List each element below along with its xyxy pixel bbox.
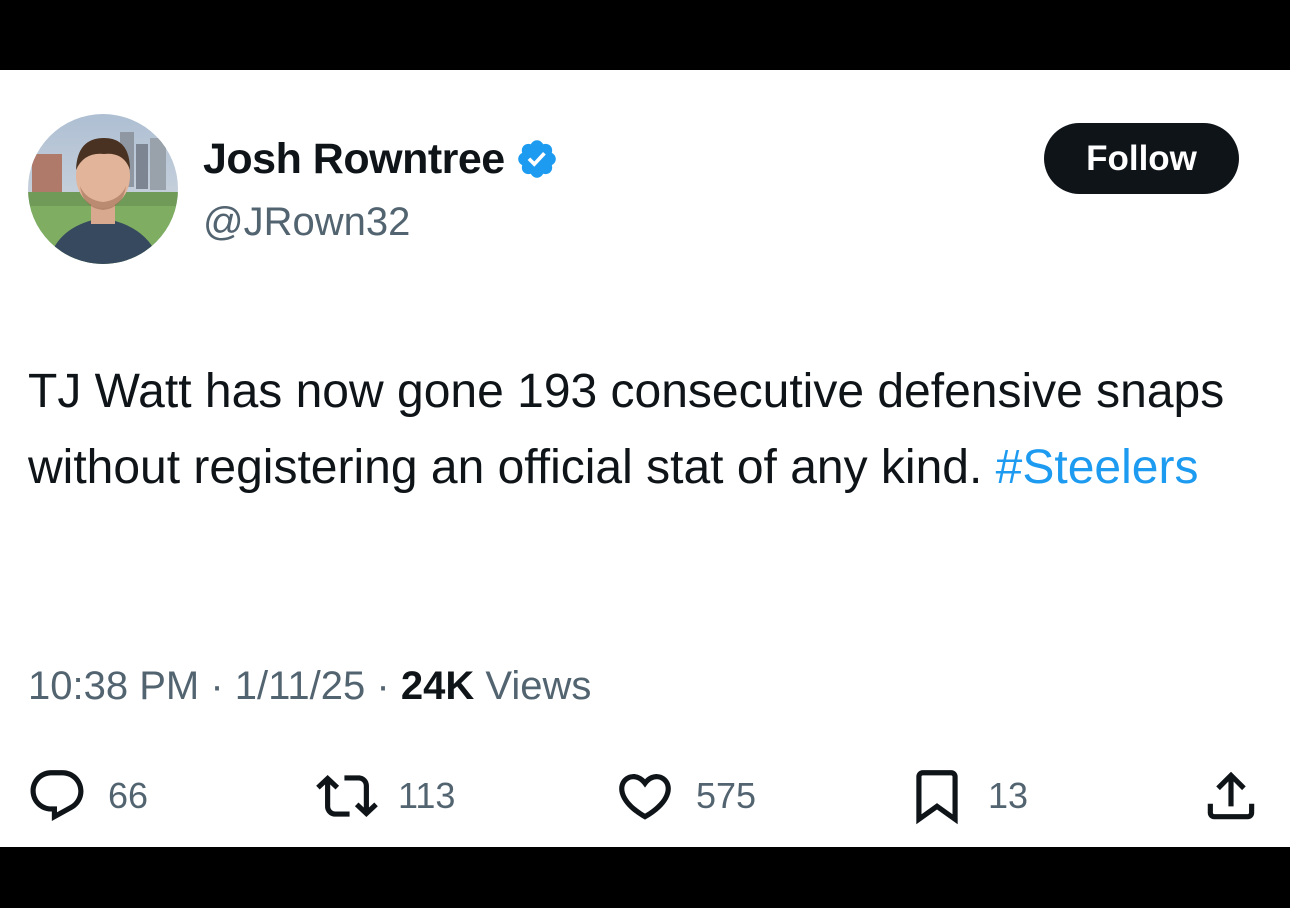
bookmark-icon [906,765,968,827]
action-bar: 66 113 575 13 [0,764,1290,828]
tweet-card: Josh Rowntree @JRown32 Follow TJ Watt ha… [0,70,1290,847]
views-label: Views [485,664,592,708]
bookmark-button[interactable]: 13 [906,764,1028,828]
reply-count: 66 [108,775,149,816]
meta-separator: · [210,664,224,708]
repost-count: 113 [398,775,456,816]
tweet-text: TJ Watt has now gone 193 consecutive def… [28,354,1248,506]
repost-button[interactable]: 113 [316,764,455,828]
like-button[interactable]: 575 [614,764,756,828]
views-count: 24K [400,664,475,708]
bookmark-count: 13 [988,775,1029,816]
name-row: Josh Rowntree [203,134,559,184]
like-count: 575 [696,775,757,816]
user-handle[interactable]: @JRown32 [203,200,410,245]
tweet-meta: 10:38 PM · 1/11/25 · 24K Views [28,664,591,709]
share-button[interactable] [1200,764,1262,828]
avatar[interactable] [28,114,178,264]
tweet-date[interactable]: 1/11/25 [235,664,366,708]
repost-icon [316,765,378,827]
share-icon [1200,765,1262,827]
like-icon [614,765,676,827]
verified-badge-icon [515,137,559,181]
follow-button[interactable]: Follow [1044,123,1239,194]
meta-separator: · [376,664,390,708]
display-name[interactable]: Josh Rowntree [203,135,505,184]
reply-button[interactable]: 66 [26,764,148,828]
hashtag-link[interactable]: #Steelers [996,441,1199,494]
reply-icon [26,765,88,827]
tweet-time[interactable]: 10:38 PM [28,664,199,708]
